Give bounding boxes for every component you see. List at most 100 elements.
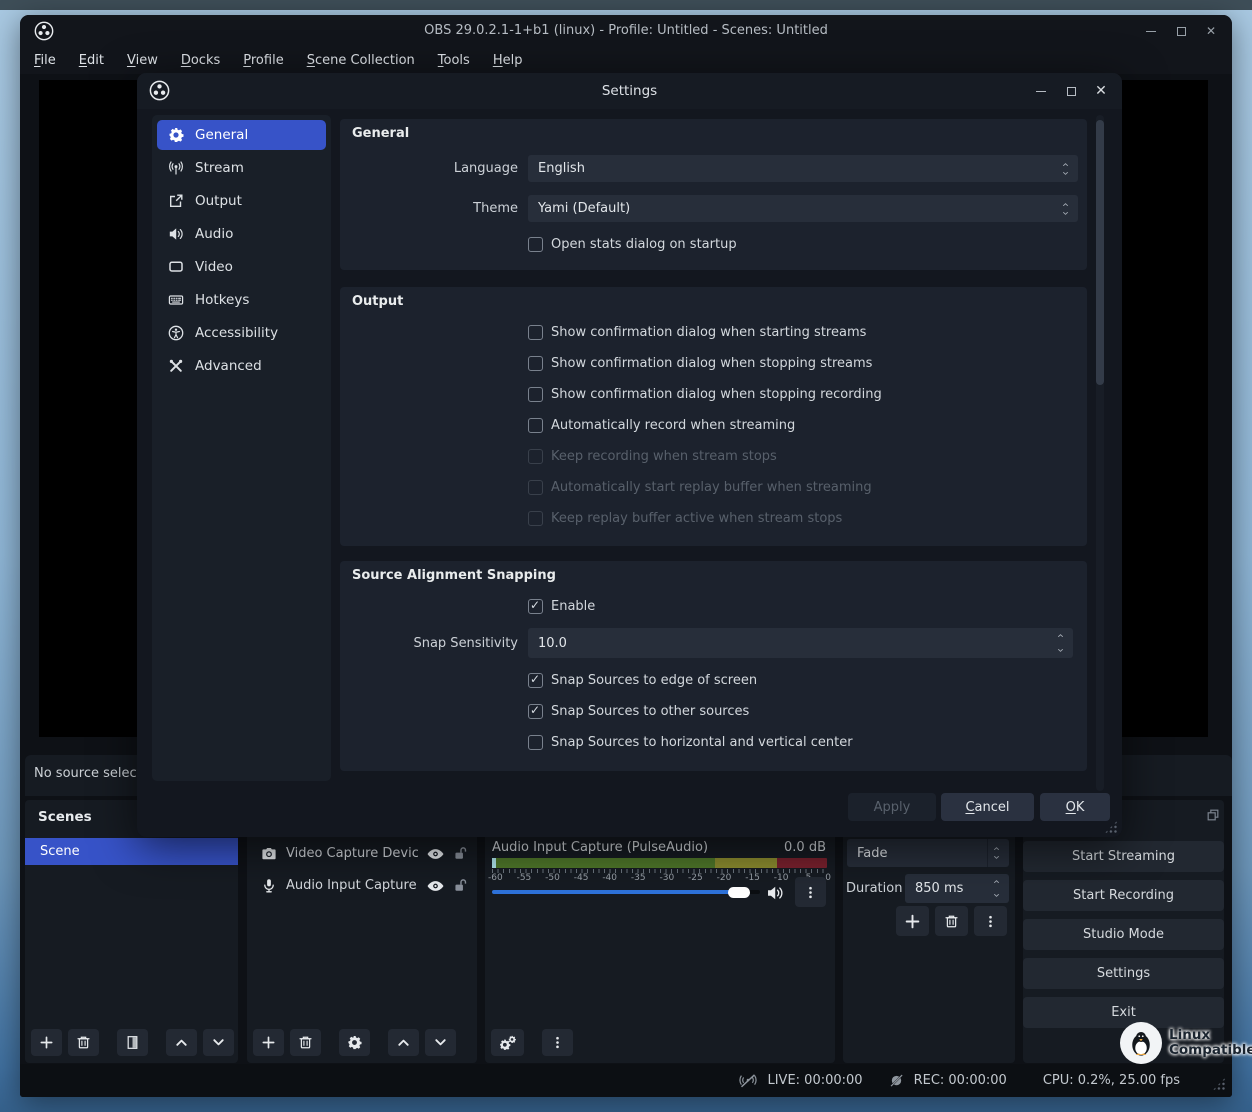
checkbox[interactable] [528, 599, 543, 614]
display-icon [168, 259, 184, 275]
snapping-group: Source Alignment Snapping Enable Snap Se… [340, 561, 1087, 771]
scene-list-item[interactable]: Scene [25, 838, 238, 865]
minimize-button[interactable] [1144, 24, 1158, 38]
checkbox-label: Open stats dialog on startup [551, 237, 737, 252]
source-properties-button[interactable] [339, 1029, 370, 1056]
dialog-resize-grip[interactable] [1104, 820, 1118, 834]
source-list-item[interactable]: Audio Input Capture ( [247, 872, 477, 899]
lock-icon[interactable] [453, 878, 468, 893]
menu-item[interactable]: Edit [75, 51, 108, 70]
tick-label: -45 [574, 873, 589, 883]
chevron-down-icon [1061, 210, 1070, 217]
broadcast-icon [168, 160, 184, 176]
chevron-down-icon [992, 892, 1001, 899]
tick-label: -30 [659, 873, 674, 883]
add-scene-button[interactable] [31, 1029, 62, 1056]
scene-move-up-button[interactable] [166, 1029, 197, 1056]
source-move-down-button[interactable] [425, 1029, 456, 1056]
checkbox[interactable] [528, 704, 543, 719]
language-label: Language [340, 161, 518, 176]
sidebar-item-general[interactable]: General [157, 120, 326, 150]
ok-button[interactable]: OK [1040, 793, 1110, 821]
chevron-up-icon [1061, 201, 1070, 208]
checkbox[interactable] [528, 511, 543, 526]
add-transition-button[interactable] [896, 906, 929, 936]
eye-icon[interactable] [427, 848, 444, 860]
settings-titlebar[interactable]: Settings ✕ [137, 73, 1122, 109]
tick-label: -55 [517, 873, 532, 883]
sidebar-item-advanced[interactable]: Advanced [157, 351, 326, 381]
transition-select[interactable]: Fade [847, 839, 1009, 867]
menu-item[interactable]: File [30, 51, 60, 70]
menu-item[interactable]: Help [489, 51, 527, 70]
control-button[interactable]: Settings [1023, 958, 1224, 989]
add-source-button[interactable] [253, 1029, 284, 1056]
volume-slider-handle[interactable] [728, 887, 750, 898]
theme-select[interactable]: Yami (Default) [528, 195, 1078, 222]
scene-move-down-button[interactable] [203, 1029, 234, 1056]
sidebar-item-video[interactable]: Video [157, 252, 326, 282]
eye-icon[interactable] [427, 880, 444, 892]
checkbox[interactable] [528, 237, 543, 252]
close-button[interactable]: ✕ [1204, 24, 1218, 38]
mute-speaker-icon[interactable] [766, 884, 784, 902]
apply-button[interactable]: Apply [848, 793, 936, 821]
control-button[interactable]: Studio Mode [1023, 919, 1224, 950]
checkbox[interactable] [528, 673, 543, 688]
settings-title: Settings [137, 83, 1122, 99]
mixer-menu-button[interactable] [542, 1029, 573, 1056]
scrollbar-thumb[interactable] [1096, 120, 1104, 385]
theme-value: Yami (Default) [538, 201, 630, 216]
sidebar-item-stream[interactable]: Stream [157, 153, 326, 183]
sidebar-item-audio[interactable]: Audio [157, 219, 326, 249]
volume-slider[interactable] [492, 890, 732, 894]
maximize-button[interactable] [1174, 24, 1188, 38]
maximize-button[interactable] [1064, 84, 1078, 98]
menu-item[interactable]: Docks [177, 51, 224, 70]
main-titlebar[interactable]: OBS 29.0.2.1-1+b1 (linux) - Profile: Unt… [20, 15, 1232, 47]
checkbox[interactable] [528, 480, 543, 495]
control-button[interactable]: Start Streaming [1023, 841, 1224, 872]
checkbox[interactable] [528, 356, 543, 371]
checkbox[interactable] [528, 449, 543, 464]
menu-item[interactable]: View [123, 51, 162, 70]
lock-icon[interactable] [453, 846, 468, 861]
source-list-item[interactable]: Video Capture Device [247, 840, 477, 867]
checkbox[interactable] [528, 325, 543, 340]
source-move-up-button[interactable] [388, 1029, 419, 1056]
cancel-button[interactable]: Cancel [941, 793, 1034, 821]
chevron-down-icon [1056, 647, 1065, 654]
mixer-source-name: Audio Input Capture (PulseAudio) [492, 840, 708, 855]
menu-item[interactable]: Profile [239, 51, 287, 70]
close-button[interactable]: ✕ [1094, 84, 1108, 98]
desktop-top-strip [0, 0, 1252, 10]
minimize-button[interactable] [1034, 84, 1048, 98]
mixer-item-menu-button[interactable] [795, 877, 826, 907]
language-select[interactable]: English [528, 155, 1078, 182]
scene-transitions-dock: Fade Duration 850 ms [843, 800, 1015, 1063]
transition-menu-button[interactable] [974, 906, 1007, 936]
sidebar-item-output[interactable]: Output [157, 186, 326, 216]
sidebar-item-hotkeys[interactable]: Hotkeys [157, 285, 326, 315]
checkbox[interactable] [528, 418, 543, 433]
remove-transition-button[interactable] [935, 906, 968, 936]
control-button[interactable]: Start Recording [1023, 880, 1224, 911]
sidebar-item-accessibility[interactable]: Accessibility [157, 318, 326, 348]
checkbox[interactable] [528, 387, 543, 402]
sidebar-item-label: Hotkeys [195, 292, 249, 308]
advanced-audio-properties-button[interactable] [491, 1029, 524, 1056]
remove-source-button[interactable] [290, 1029, 321, 1056]
checkbox-label: Snap Sources to edge of screen [551, 673, 757, 688]
menu-item[interactable]: Scene Collection [303, 51, 419, 70]
scene-filters-button[interactable] [117, 1029, 148, 1056]
output-group: Output Show confirmation dialog when sta… [340, 287, 1087, 546]
checkbox[interactable] [528, 735, 543, 750]
duration-value: 850 ms [915, 881, 963, 896]
menu-item[interactable]: Tools [434, 51, 474, 70]
duration-spinbox[interactable]: 850 ms [905, 874, 1009, 903]
snap-center-row: Snap Sources to horizontal and vertical … [528, 734, 853, 750]
dock-float-icon[interactable] [1206, 808, 1220, 822]
remove-scene-button[interactable] [68, 1029, 99, 1056]
snap-sensitivity-spinbox[interactable]: 10.0 [528, 628, 1073, 658]
keyboard-icon [168, 292, 184, 308]
